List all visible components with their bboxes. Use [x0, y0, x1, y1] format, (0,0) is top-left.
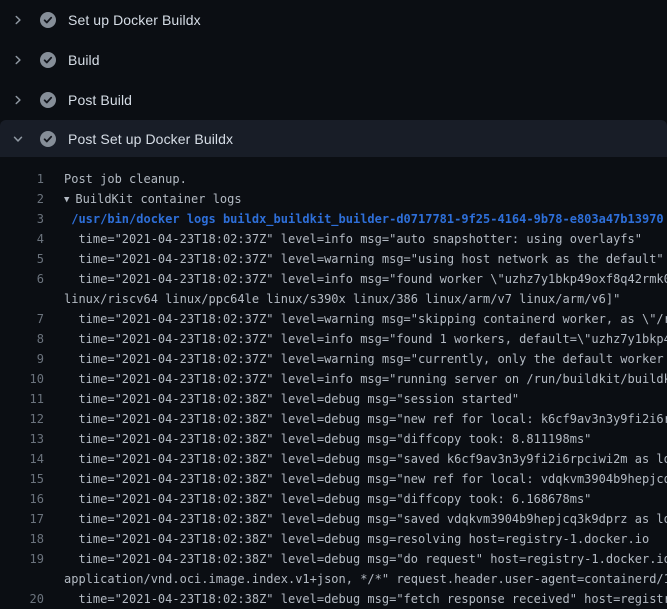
log-line: 19 time="2021-04-23T18:02:38Z" level=deb…: [0, 549, 667, 569]
log-line: 13 time="2021-04-23T18:02:38Z" level=deb…: [0, 429, 667, 449]
log-line: 15 time="2021-04-23T18:02:38Z" level=deb…: [0, 469, 667, 489]
step-label: Set up Docker Buildx: [68, 12, 201, 28]
log-line: 7 time="2021-04-23T18:02:37Z" level=warn…: [0, 309, 667, 329]
chevron-right-icon[interactable]: [10, 92, 26, 108]
log-line-text: /usr/bin/docker logs buildx_buildkit_bui…: [44, 209, 664, 229]
log-line-number[interactable]: 2: [0, 189, 44, 209]
log-line-number[interactable]: 1: [0, 169, 44, 189]
log-line-number[interactable]: 12: [0, 409, 44, 429]
log-line-text: time="2021-04-23T18:02:38Z" level=debug …: [44, 389, 519, 409]
log-line-text: application/vnd.oci.image.index.v1+json,…: [44, 569, 667, 589]
log-line-text: time="2021-04-23T18:02:38Z" level=debug …: [44, 509, 667, 529]
log-line: 6 time="2021-04-23T18:02:37Z" level=info…: [0, 269, 667, 289]
log-line: 10 time="2021-04-23T18:02:37Z" level=inf…: [0, 369, 667, 389]
workflow-job-log-viewer: Set up Docker Buildx Build Post Build Post …: [0, 0, 667, 600]
log-line: 17 time="2021-04-23T18:02:38Z" level=deb…: [0, 509, 667, 529]
log-line-number[interactable]: 17: [0, 509, 44, 529]
step-row-post-build[interactable]: Post Build: [0, 80, 667, 120]
step-row-post-set-up-docker-buildx[interactable]: Post Set up Docker Buildx: [0, 120, 667, 157]
log-line-text: time="2021-04-23T18:02:38Z" level=debug …: [44, 469, 667, 489]
log-line-number[interactable]: 18: [0, 529, 44, 549]
log-line-text: linux/riscv64 linux/ppc64le linux/s390x …: [44, 289, 620, 309]
log-line: 16 time="2021-04-23T18:02:38Z" level=deb…: [0, 489, 667, 509]
group-toggle-icon[interactable]: ▼: [64, 190, 69, 209]
log-line-number[interactable]: 19: [0, 549, 44, 569]
log-line: 2 ▼ BuildKit container logs: [0, 189, 667, 209]
log-line-text: time="2021-04-23T18:02:37Z" level=info m…: [44, 369, 667, 389]
log-line-text: time="2021-04-23T18:02:37Z" level=warnin…: [44, 349, 667, 369]
log-line-number[interactable]: 14: [0, 449, 44, 469]
log-line-number[interactable]: 6: [0, 269, 44, 289]
log-line: 1Post job cleanup.: [0, 169, 667, 189]
log-line-text: Post job cleanup.: [44, 169, 187, 189]
log-line-number[interactable]: 8: [0, 329, 44, 349]
log-line-text: time="2021-04-23T18:02:38Z" level=debug …: [44, 529, 649, 549]
log-line: 3 /usr/bin/docker logs buildx_buildkit_b…: [0, 209, 667, 229]
log-line: 4 time="2021-04-23T18:02:37Z" level=info…: [0, 229, 667, 249]
log-line-text: time="2021-04-23T18:02:38Z" level=debug …: [44, 429, 591, 449]
log-line-text: time="2021-04-23T18:02:37Z" level=warnin…: [44, 249, 664, 269]
log-line-number[interactable]: 15: [0, 469, 44, 489]
log-line-text: time="2021-04-23T18:02:37Z" level=info m…: [44, 229, 642, 249]
log-line-number[interactable]: 4: [0, 229, 44, 249]
log-line-number[interactable]: 7: [0, 309, 44, 329]
log-line-number[interactable]: 9: [0, 349, 44, 369]
log-line: 5 time="2021-04-23T18:02:37Z" level=warn…: [0, 249, 667, 269]
log-line-text: time="2021-04-23T18:02:38Z" level=debug …: [44, 409, 667, 429]
log-line-continuation: linux/riscv64 linux/ppc64le linux/s390x …: [0, 289, 667, 309]
step-label: Build: [68, 52, 100, 68]
step-row-set-up-docker-buildx[interactable]: Set up Docker Buildx: [0, 0, 667, 40]
step-label: Post Set up Docker Buildx: [68, 131, 233, 147]
chevron-right-icon[interactable]: [10, 12, 26, 28]
log-line-number[interactable]: 3: [0, 209, 44, 229]
chevron-down-icon[interactable]: [10, 131, 26, 147]
log-line-number[interactable]: 20: [0, 589, 44, 609]
check-circle-icon: [39, 130, 57, 148]
log-line-number[interactable]: [0, 289, 44, 309]
log-line-text: time="2021-04-23T18:02:38Z" level=debug …: [44, 449, 667, 469]
log-line: 9 time="2021-04-23T18:02:37Z" level=warn…: [0, 349, 667, 369]
log-line: 14 time="2021-04-23T18:02:38Z" level=deb…: [0, 449, 667, 469]
log-line-number[interactable]: 16: [0, 489, 44, 509]
log-line: 20 time="2021-04-23T18:02:38Z" level=deb…: [0, 589, 667, 609]
chevron-right-icon[interactable]: [10, 52, 26, 68]
log-line-number[interactable]: 13: [0, 429, 44, 449]
check-circle-icon: [39, 91, 57, 109]
check-circle-icon: [39, 51, 57, 69]
log-panel: 1Post job cleanup.2 ▼ BuildKit container l…: [0, 157, 667, 609]
log-line-text: time="2021-04-23T18:02:37Z" level=info m…: [44, 269, 667, 289]
log-line-number[interactable]: [0, 569, 44, 589]
log-line-text: ▼ BuildKit container logs: [44, 189, 242, 209]
log-line-number[interactable]: 5: [0, 249, 44, 269]
log-line: 18 time="2021-04-23T18:02:38Z" level=deb…: [0, 529, 667, 549]
check-circle-icon: [39, 11, 57, 29]
steps-list: Set up Docker Buildx Build Post Build Post …: [0, 0, 667, 157]
log-line-number[interactable]: 10: [0, 369, 44, 389]
step-label: Post Build: [68, 92, 132, 108]
log-line-text: time="2021-04-23T18:02:38Z" level=debug …: [44, 489, 591, 509]
group-title: BuildKit container logs: [75, 192, 241, 206]
log-line-text: time="2021-04-23T18:02:38Z" level=debug …: [44, 549, 667, 569]
log-line: 11 time="2021-04-23T18:02:38Z" level=deb…: [0, 389, 667, 409]
log-line-continuation: application/vnd.oci.image.index.v1+json,…: [0, 569, 667, 589]
log-line-text: time="2021-04-23T18:02:37Z" level=warnin…: [44, 309, 667, 329]
log-line: 12 time="2021-04-23T18:02:38Z" level=deb…: [0, 409, 667, 429]
step-row-build[interactable]: Build: [0, 40, 667, 80]
log-line: 8 time="2021-04-23T18:02:37Z" level=info…: [0, 329, 667, 349]
log-line-number[interactable]: 11: [0, 389, 44, 409]
log-line-text: time="2021-04-23T18:02:37Z" level=info m…: [44, 329, 667, 349]
log-line-text: time="2021-04-23T18:02:38Z" level=debug …: [44, 589, 667, 609]
